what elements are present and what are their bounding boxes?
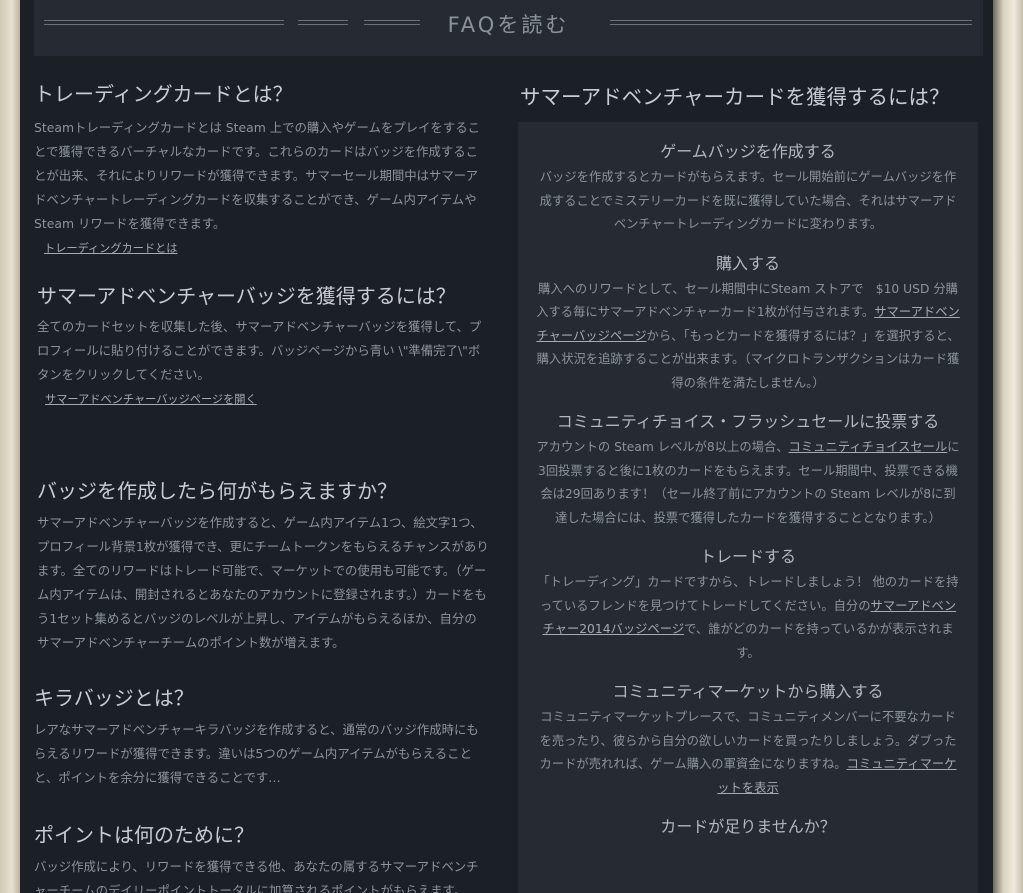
section-heading: サマーアドベンチャーバッジを獲得するには？ [37, 284, 456, 308]
section-body: レアなサマーアドベンチャーキラバッジを作成すると、通常のバッジ作成時にもらえるリ… [34, 722, 479, 785]
faq-section-trading-cards: トレーディングカードとは？ Steamトレーディングカードとは Steam 上で… [34, 80, 489, 282]
faq-section-badge: サマーアドベンチャーバッジを獲得するには？ 全てのカードセットを収集した後、サマ… [34, 282, 489, 477]
section-heading: バッジを作成したら何がもらえますか？ [37, 479, 397, 503]
method-title: 購入する [715, 253, 780, 273]
faq-section-rewards: バッジを作成したら何がもらえますか？ サマーアドベンチャーバッジを作成すると、ゲ… [34, 477, 489, 684]
community-choice-sale-link[interactable]: コミュニティチョイスセール [789, 440, 948, 454]
trading-cards-link[interactable]: トレーディングカードとは [44, 240, 177, 256]
faq-section-points: ポイントは何のために？ バッジ作成により、リワードを獲得できる他、あなたの属する… [34, 821, 489, 893]
method-purchase: 購入する 購入へのリワードとして、セール期間中にSteam ストアで $10 U… [518, 251, 978, 396]
open-badge-page-link[interactable]: サマーアドベンチャーバッジページを開く [45, 391, 257, 407]
method-text: コミュニティマーケットプレースで、コミュニティメンバーに不要なカードを売ったり、… [539, 710, 957, 795]
method-text: 「トレーディング」カードですから、トレードしましょう！ 他のカードを持っているフ… [537, 575, 959, 660]
method-create-game-badge: ゲームバッジを作成する バッジを作成するとカードがもらえます。セール開始前にゲー… [518, 139, 978, 237]
method-title: コミュニティチョイス・フラッシュセールに投票する [556, 412, 940, 431]
method-not-enough-cards: カードが足りませんか？ [518, 814, 978, 840]
method-text: バッジを作成するとカードがもらえます。セール開始前にゲームバッジを作成することで… [539, 170, 957, 231]
faq-section-foil-badge: キラバッジとは？ レアなサマーアドベンチャーキラバッジを作成すると、通常のバッジ… [34, 684, 489, 821]
method-text: 購入へのリワードとして、セール期間中にSteam ストアで $10 USD 分購… [536, 281, 960, 390]
section-heading: キラバッジとは？ [34, 686, 194, 710]
section-body: 全てのカードセットを収集した後、サマーアドベンチャーバッジを獲得して、プロフィー… [37, 319, 482, 382]
section-body: Steamトレーディングカードとは Steam 上での購入やゲームをプレイをする… [34, 120, 480, 231]
page-frame-right [993, 0, 1023, 893]
method-text: アカウントの Steam レベルが8以上の場合、コミュニティチョイスセールに3回… [536, 440, 960, 525]
get-cards-heading: サマーアドベンチャーカードを獲得するには？ [520, 85, 950, 109]
section-heading: ポイントは何のために？ [34, 823, 254, 847]
section-heading: トレーディングカードとは？ [34, 82, 293, 106]
method-market: コミュニティマーケットから購入する コミュニティマーケットプレースで、コミュニテ… [518, 679, 978, 800]
method-title: カードが足りませんか？ [660, 817, 836, 836]
header-rule [610, 20, 972, 25]
method-title: トレードする [699, 547, 796, 566]
method-vote: コミュニティチョイス・フラッシュセールに投票する アカウントの Steam レベ… [518, 409, 978, 530]
faq-left-column: トレーディングカードとは？ Steamトレーディングカードとは Steam 上で… [34, 80, 489, 893]
section-body: バッジ作成により、リワードを獲得できる他、あなたの属するサマーアドベンチャーチー… [34, 859, 479, 893]
faq-header: FAQを読む [34, 0, 983, 56]
page-frame-left [0, 0, 20, 893]
section-body: サマーアドベンチャーバッジを作成すると、ゲーム内アイテム1つ、絵文字1つ、プロフ… [37, 515, 489, 650]
faq-panel: FAQを読む トレーディングカードとは？ Steamトレーディングカードとは S… [20, 0, 993, 893]
method-trade: トレードする 「トレーディング」カードですから、トレードしましょう！ 他のカード… [518, 544, 978, 665]
get-cards-box: ゲームバッジを作成する バッジを作成するとカードがもらえます。セール開始前にゲー… [518, 122, 978, 893]
method-title: ゲームバッジを作成する [660, 142, 836, 161]
method-title: コミュニティマーケットから購入する [612, 682, 884, 701]
